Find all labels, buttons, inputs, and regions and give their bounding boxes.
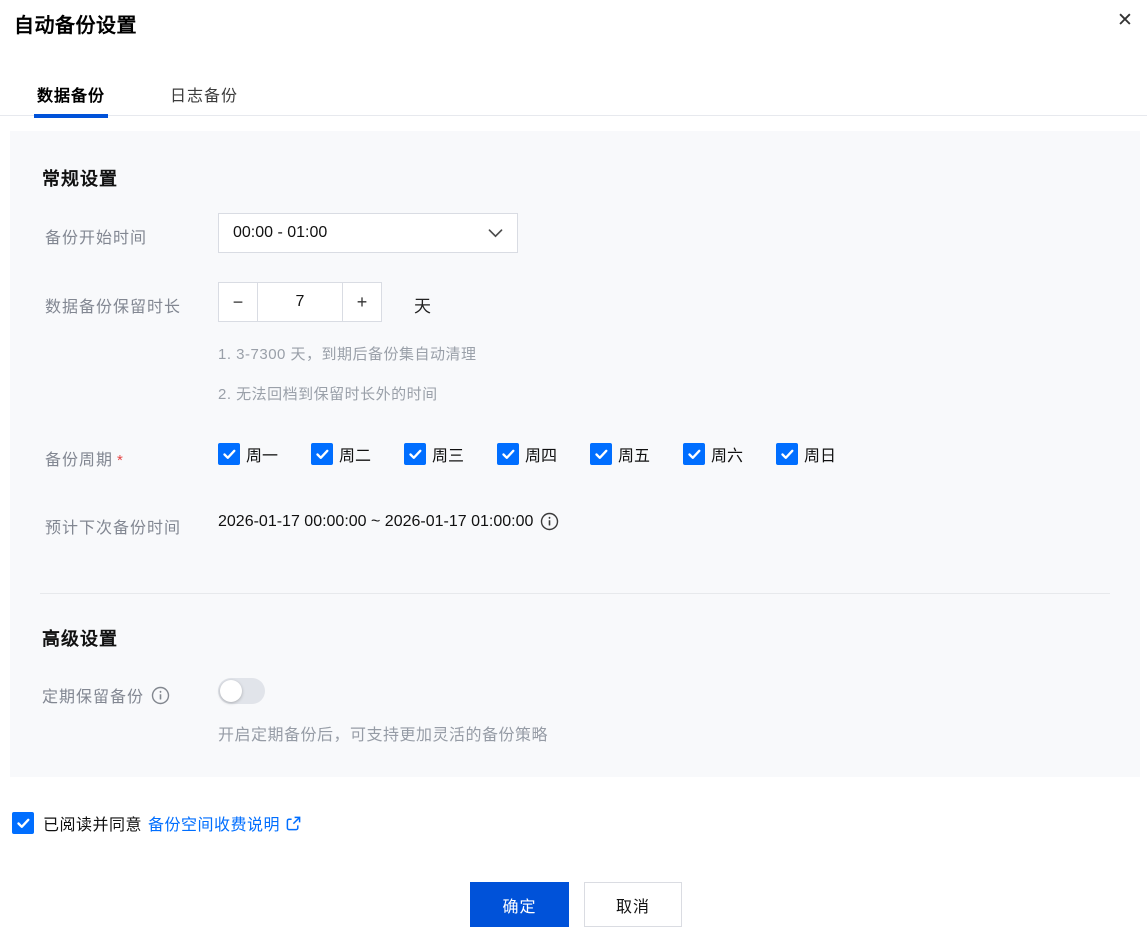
section-divider bbox=[40, 593, 1110, 594]
billing-description-link[interactable]: 备份空间收费说明 bbox=[148, 811, 280, 835]
backup-cycle-group: 周一 周二 周三 周四 周五 周六 周日 bbox=[218, 442, 869, 466]
weekday-checkbox-thu[interactable]: 周四 bbox=[497, 442, 590, 466]
weekday-checkbox-sun[interactable]: 周日 bbox=[776, 442, 869, 466]
required-asterisk: * bbox=[117, 452, 124, 469]
info-icon[interactable] bbox=[540, 512, 559, 531]
minus-button[interactable]: − bbox=[218, 282, 258, 322]
check-icon bbox=[501, 449, 514, 459]
tab-log-backup[interactable]: 日志备份 bbox=[170, 82, 238, 106]
section-heading-general: 常规设置 bbox=[42, 169, 118, 189]
agreement-text: 已阅读并同意 bbox=[43, 817, 143, 834]
agreement-row: 已阅读并同意 备份空间收费说明 bbox=[12, 811, 301, 835]
backup-start-time-select[interactable]: 00:00 - 01:00 bbox=[218, 213, 518, 253]
retention-unit: 天 bbox=[414, 297, 431, 316]
backup-start-time-value: 00:00 - 01:00 bbox=[233, 224, 328, 241]
retention-hint-1: 1. 3-7300 天，到期后备份集自动清理 bbox=[218, 346, 477, 363]
checkbox-checked bbox=[497, 443, 519, 465]
tab-bar: 数据备份 日志备份 bbox=[0, 72, 1147, 118]
check-icon bbox=[780, 449, 793, 459]
tab-data-backup[interactable]: 数据备份 bbox=[33, 82, 109, 118]
weekday-checkbox-sat[interactable]: 周六 bbox=[683, 442, 776, 466]
external-link-icon[interactable] bbox=[286, 816, 301, 831]
next-backup-row: 2026-01-17 00:00:00 ~ 2026-01-17 01:00:0… bbox=[218, 512, 559, 531]
section-heading-advanced: 高级设置 bbox=[42, 629, 118, 649]
checkbox-checked bbox=[218, 443, 240, 465]
backup-cycle-label: 备份周期 * bbox=[45, 452, 124, 469]
weekday-checkbox-mon[interactable]: 周一 bbox=[218, 442, 311, 466]
periodic-retention-toggle-off[interactable] bbox=[218, 678, 265, 704]
check-icon bbox=[315, 449, 328, 459]
auto-backup-settings-dialog: 自动备份设置 ✕ 数据备份 日志备份 常规设置 备份开始时间 00:00 - 0… bbox=[0, 0, 1147, 938]
retention-hint-2: 2. 无法回档到保留时长外的时间 bbox=[218, 386, 438, 403]
checkbox-checked bbox=[590, 443, 612, 465]
confirm-button[interactable]: 确定 bbox=[470, 882, 569, 927]
plus-button[interactable]: + bbox=[342, 282, 382, 322]
backup-start-time-label: 备份开始时间 bbox=[45, 230, 148, 247]
toggle-knob bbox=[220, 680, 242, 702]
checkbox-checked bbox=[683, 443, 705, 465]
periodic-retention-label: 定期保留备份 bbox=[42, 689, 145, 706]
check-icon bbox=[16, 818, 29, 828]
next-backup-label: 预计下次备份时间 bbox=[45, 520, 182, 537]
dialog-title: 自动备份设置 bbox=[14, 15, 137, 37]
check-icon bbox=[408, 449, 421, 459]
periodic-retention-label-row: 定期保留备份 bbox=[42, 683, 170, 707]
checkbox-checked bbox=[776, 443, 798, 465]
check-icon bbox=[687, 449, 700, 459]
close-button[interactable]: ✕ bbox=[1111, 6, 1139, 34]
weekday-checkbox-fri[interactable]: 周五 bbox=[590, 442, 683, 466]
weekday-checkbox-tue[interactable]: 周二 bbox=[311, 442, 404, 466]
settings-panel: 常规设置 备份开始时间 00:00 - 01:00 数据备份保留时长 − 7 +… bbox=[10, 131, 1140, 777]
chevron-down-icon bbox=[488, 228, 503, 238]
retention-label: 数据备份保留时长 bbox=[45, 299, 182, 316]
close-icon: ✕ bbox=[1117, 9, 1133, 31]
cancel-button[interactable]: 取消 bbox=[584, 882, 682, 927]
weekday-checkbox-wed[interactable]: 周三 bbox=[404, 442, 497, 466]
periodic-retention-hint: 开启定期备份后，可支持更加灵活的备份策略 bbox=[218, 727, 549, 744]
info-icon[interactable] bbox=[151, 686, 170, 705]
retention-value-input[interactable]: 7 bbox=[257, 282, 343, 322]
check-icon bbox=[594, 449, 607, 459]
next-backup-value: 2026-01-17 00:00:00 ~ 2026-01-17 01:00:0… bbox=[218, 512, 534, 530]
retention-stepper: − 7 + bbox=[218, 282, 382, 322]
checkbox-checked bbox=[404, 443, 426, 465]
checkbox-checked bbox=[311, 443, 333, 465]
agreement-checkbox-checked[interactable] bbox=[12, 812, 34, 834]
check-icon bbox=[222, 449, 235, 459]
